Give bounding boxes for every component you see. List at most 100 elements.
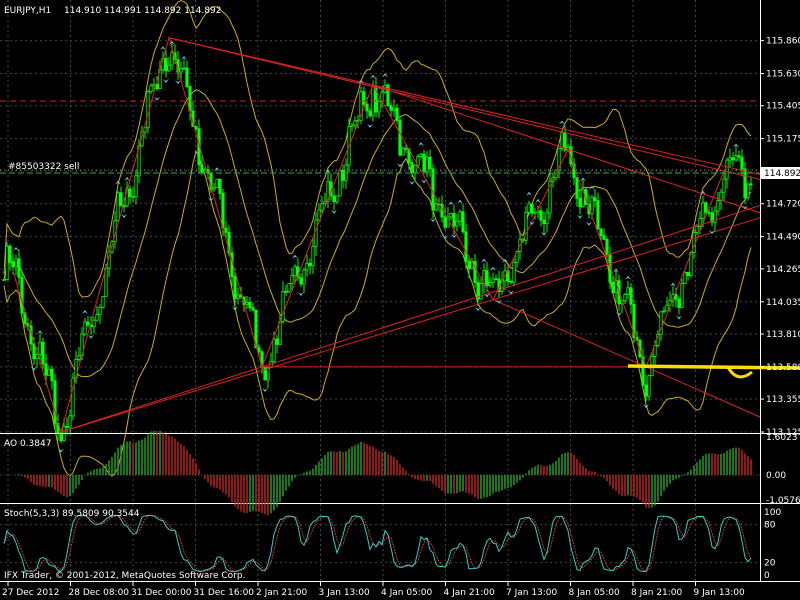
time-tick-label: 4 Jan 21:00 xyxy=(444,588,496,598)
candle-body xyxy=(422,153,426,172)
time-tick-label: 7 Jan 13:00 xyxy=(506,588,558,598)
candle-body xyxy=(305,262,309,271)
candle-body xyxy=(68,415,72,428)
time-tick-label: 8 Jan 21:00 xyxy=(631,588,683,598)
candle-body xyxy=(545,212,549,225)
price-tick-label: 115.860 xyxy=(766,37,800,47)
candle-body xyxy=(680,282,684,308)
candle-body xyxy=(47,368,51,376)
candle-body xyxy=(707,211,711,214)
candle-body xyxy=(749,183,753,186)
candle-body xyxy=(236,294,240,299)
candle-body xyxy=(50,368,54,382)
candle-body xyxy=(539,210,543,221)
stoch-tick-label: 0 xyxy=(764,571,770,581)
time-tick-label: 27 Dec 2012 xyxy=(2,588,60,598)
candle-body xyxy=(725,159,729,180)
candle-body xyxy=(323,200,327,204)
candle-body xyxy=(626,287,630,295)
candle-body xyxy=(722,178,726,193)
candle-body xyxy=(425,156,429,172)
stoch-tick-label: 20 xyxy=(764,558,776,568)
ao-tick-label: 1.6023 xyxy=(766,433,798,443)
candle-body xyxy=(5,245,9,280)
candle-body xyxy=(443,216,447,228)
candle-body xyxy=(743,168,747,198)
candle-body xyxy=(134,175,138,197)
candle-body xyxy=(233,276,237,299)
candle-body xyxy=(98,306,102,315)
candle-body xyxy=(644,384,648,397)
symbol-label: EURJPY,H1 xyxy=(4,6,51,16)
candle-body xyxy=(431,168,435,211)
candle-body xyxy=(92,319,96,328)
candle-body xyxy=(494,278,498,281)
candle-body xyxy=(596,200,600,230)
candle-body xyxy=(278,321,282,345)
candle-body xyxy=(299,277,303,285)
candle-body xyxy=(293,266,297,277)
candle-body xyxy=(200,164,204,173)
price-tick-label: 113.810 xyxy=(766,330,800,340)
candle-body xyxy=(185,67,189,88)
candle-body xyxy=(353,120,357,126)
candle-body xyxy=(677,298,681,308)
candle-body xyxy=(419,153,423,157)
candle-body xyxy=(401,147,405,156)
candle-body xyxy=(674,294,678,300)
time-tick-label: 9 Jan 13:00 xyxy=(694,588,746,598)
candle-body xyxy=(464,231,468,262)
candle-body xyxy=(257,347,261,353)
ohlc-label: 114.910 114.991 114.892 114.892 xyxy=(64,6,221,16)
price-tick-label: 115.175 xyxy=(766,135,800,145)
candle-body xyxy=(413,165,417,174)
candle-body xyxy=(428,156,432,170)
candle-body xyxy=(542,219,546,225)
price-tick-label: 115.405 xyxy=(766,102,800,112)
candle-body xyxy=(731,157,735,161)
candle-body xyxy=(737,155,741,158)
candle-body xyxy=(512,261,516,283)
price-tick-label: 114.490 xyxy=(766,233,800,243)
candle-body xyxy=(701,202,705,219)
candle-body xyxy=(563,132,567,151)
candle-body xyxy=(77,355,81,360)
candle-body xyxy=(272,338,276,362)
candle-body xyxy=(11,261,15,268)
candle-body xyxy=(377,101,381,113)
candle-body xyxy=(491,278,495,283)
candle-body xyxy=(287,283,291,293)
candle-body xyxy=(665,304,669,312)
candle-body xyxy=(53,380,57,424)
candle-body xyxy=(149,85,153,93)
candle-body xyxy=(602,235,606,240)
candle-body xyxy=(740,156,744,170)
time-tick-label: 3 Jan 13:00 xyxy=(319,588,371,598)
candle-body xyxy=(290,275,294,284)
time-tick-label: 31 Dec 00:00 xyxy=(131,588,192,598)
candle-body xyxy=(335,195,339,203)
candle-body xyxy=(704,202,708,213)
time-tick-label: 31 Dec 16:00 xyxy=(194,588,255,598)
candle-body xyxy=(623,294,627,301)
candle-body xyxy=(368,110,372,117)
time-tick-label: 4 Jan 05:00 xyxy=(381,588,433,598)
candle-body xyxy=(266,367,270,381)
candle-body xyxy=(575,177,579,199)
time-tick-label: 28 Dec 08:00 xyxy=(69,588,130,598)
candle-body xyxy=(86,321,90,326)
candle-body xyxy=(215,178,219,189)
price-tick-label: 114.265 xyxy=(766,265,800,275)
candle-body xyxy=(488,281,492,286)
candle-body xyxy=(302,269,306,285)
candle-body xyxy=(83,321,87,335)
candle-body xyxy=(605,238,609,256)
stoch-tick-label: 80 xyxy=(764,521,776,531)
order-label[interactable]: #85503322 sell xyxy=(8,162,79,172)
candle-body xyxy=(41,341,45,365)
candle-body xyxy=(455,220,459,227)
candle-body xyxy=(452,213,456,227)
candle-body xyxy=(152,83,156,87)
candle-body xyxy=(170,52,174,66)
candle-body xyxy=(350,124,354,127)
